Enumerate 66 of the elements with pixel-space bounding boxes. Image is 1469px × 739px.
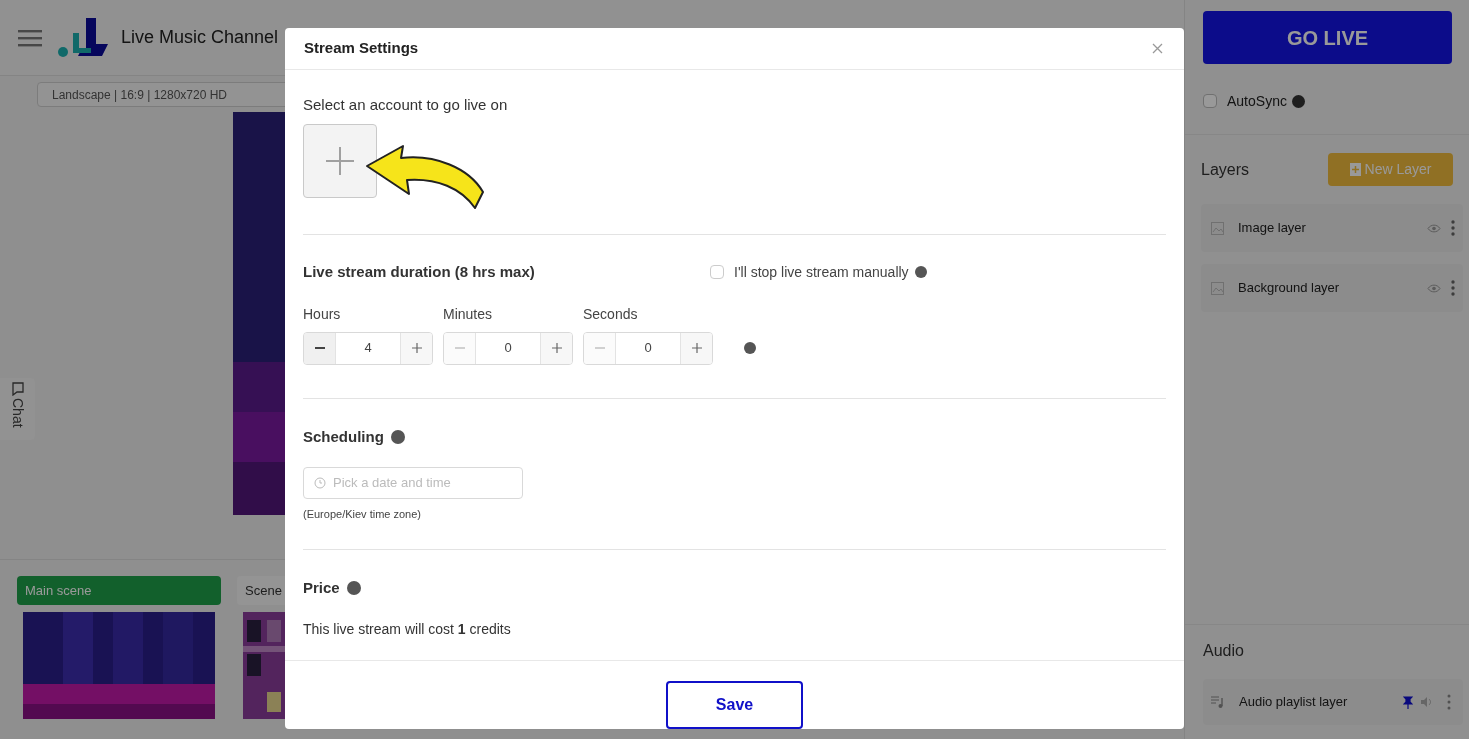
go-live-button[interactable]: GO LIVE: [1203, 11, 1452, 64]
eye-icon[interactable]: [1427, 283, 1441, 293]
number-field[interactable]: 4: [336, 332, 400, 364]
increment-button[interactable]: [680, 332, 712, 364]
number-stepper[interactable]: 0: [443, 331, 573, 365]
layer-row[interactable]: Background layer: [1201, 264, 1463, 312]
add-account-button[interactable]: [303, 124, 377, 198]
help-icon[interactable]: [1291, 94, 1305, 108]
plus-icon: [411, 343, 422, 353]
channel-title: Live Music Channel: [121, 26, 279, 49]
plus-icon: [691, 343, 702, 353]
help-icon[interactable]: [390, 429, 405, 444]
date-time-field[interactable]: Pick a date and time: [303, 467, 523, 499]
increment-button[interactable]: [540, 332, 572, 364]
help-icon[interactable]: [914, 266, 927, 279]
more-icon[interactable]: [1451, 220, 1455, 236]
image-icon: [1211, 221, 1224, 235]
layer-row[interactable]: Image layer: [1201, 204, 1463, 252]
section-label: Select an account to go live on: [303, 94, 509, 115]
field-label: Hours: [303, 304, 342, 324]
field-label: Seconds: [583, 304, 639, 324]
timezone-note: (Europe/Kiev time zone): [303, 507, 422, 522]
date-time-input[interactable]: Pick a date and time: [333, 473, 512, 493]
more-icon[interactable]: [1451, 280, 1455, 296]
add-icon: [1349, 163, 1361, 176]
field-label: Minutes: [443, 304, 494, 324]
section-title: Audio: [1203, 641, 1245, 661]
decrement-button[interactable]: [304, 332, 336, 364]
number-field[interactable]: 0: [476, 332, 540, 364]
checkbox[interactable]: [710, 265, 724, 280]
save-button[interactable]: Save: [666, 681, 803, 729]
section-title: Layers: [1201, 159, 1250, 180]
layer-name: Audio playlist layer: [1239, 693, 1348, 712]
image-icon: [1211, 281, 1224, 295]
number-stepper[interactable]: 4: [303, 331, 433, 365]
decrement-button[interactable]: [444, 332, 476, 364]
number-field[interactable]: 0: [616, 332, 680, 364]
decrement-button[interactable]: [584, 332, 616, 364]
close-icon[interactable]: [1152, 42, 1163, 54]
logo-icon: [58, 17, 108, 58]
menu-icon[interactable]: [18, 27, 42, 48]
volume-icon[interactable]: [1421, 697, 1433, 707]
price-text: This live stream will cost 1 credits: [303, 620, 512, 639]
layer-name: Image layer: [1238, 219, 1306, 238]
plus-icon: [551, 343, 562, 353]
layer-name: Background layer: [1238, 279, 1340, 298]
number-stepper[interactable]: 0: [583, 331, 713, 365]
more-icon[interactable]: [1447, 694, 1451, 710]
dialog-title: Stream Settings: [304, 38, 419, 58]
increment-button[interactable]: [400, 332, 432, 364]
checkbox-label: I'll stop live stream manually: [734, 262, 909, 282]
autosync-label: AutoSync: [1227, 91, 1287, 111]
section-title: Price: [303, 577, 340, 598]
clock-icon: [314, 477, 326, 489]
section-title: Scheduling: [303, 426, 384, 447]
help-icon[interactable]: [744, 341, 756, 354]
chat-icon: [10, 382, 25, 396]
help-icon[interactable]: [346, 580, 361, 595]
plus-icon: [325, 146, 355, 176]
section-title: Live stream duration (8 hrs max): [303, 262, 536, 282]
eye-icon[interactable]: [1427, 223, 1441, 233]
playlist-icon: [1211, 695, 1225, 709]
checkbox[interactable]: [1203, 94, 1217, 108]
chat-label: Chat: [10, 398, 25, 428]
layer-row[interactable]: Audio playlist layer: [1203, 679, 1463, 725]
pin-icon[interactable]: [1403, 695, 1413, 709]
